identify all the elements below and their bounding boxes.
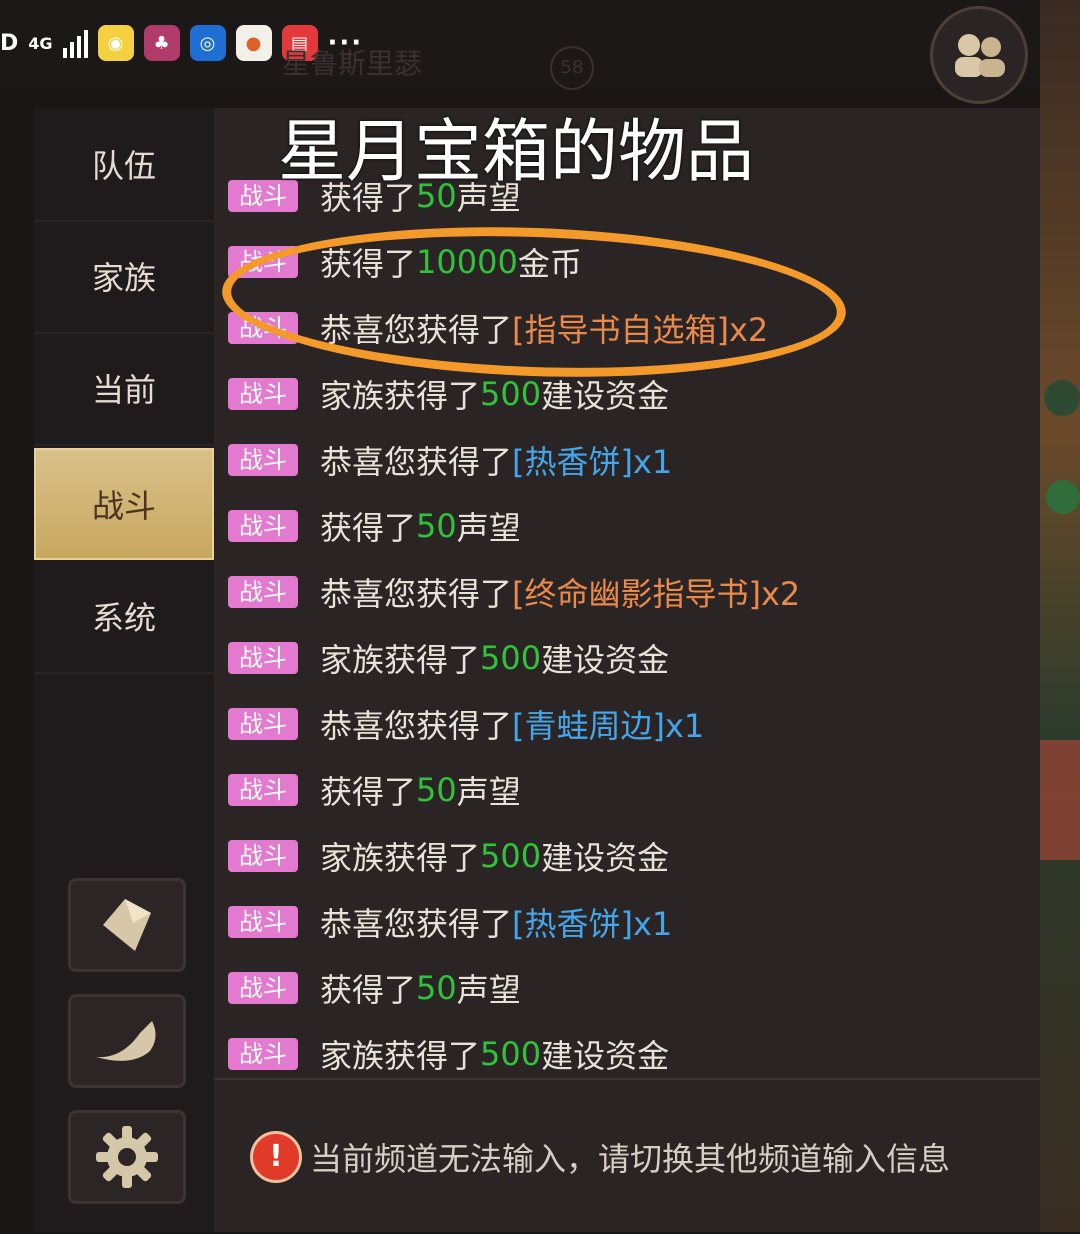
signal-icon xyxy=(62,28,88,58)
channel-tag: 战斗 xyxy=(228,642,298,674)
channel-tag: 战斗 xyxy=(228,840,298,872)
message-text: 获得了 xyxy=(320,971,417,1009)
channel-tag: 战斗 xyxy=(228,708,298,740)
bag-icon xyxy=(103,899,151,951)
channel-tag: 战斗 xyxy=(228,576,298,608)
chat-message: 战斗 获得了 50 声望 xyxy=(228,760,521,820)
warning-icon: ! xyxy=(250,1131,302,1183)
map-app-icon: ● xyxy=(235,25,272,61)
message-text: 建设资金 xyxy=(541,1037,670,1075)
tab-label: 当前 xyxy=(91,371,156,409)
weibo-icon: ◉ xyxy=(97,25,134,61)
tab-label: 战斗 xyxy=(91,487,156,525)
tab-label: 家族 xyxy=(91,259,156,297)
message-text: 建设资金 xyxy=(541,377,670,415)
bag-button[interactable] xyxy=(68,878,186,972)
item-link[interactable]: [青蛙周边]x1 xyxy=(512,701,704,747)
message-text: 声望 xyxy=(456,773,521,811)
game-background xyxy=(1040,0,1080,1232)
chat-input-area: ! 当前频道无法输入，请切换其他频道输入信息 xyxy=(214,1078,1040,1234)
game-app-icon: ♣ xyxy=(143,25,180,61)
channel-tag: 战斗 xyxy=(228,1038,298,1070)
message-text: 家族获得了 xyxy=(320,839,481,877)
chat-message: 战斗 获得了 50 声望 xyxy=(228,958,521,1018)
channel-tag: 战斗 xyxy=(228,444,298,476)
highlight-value: 50 xyxy=(416,507,457,545)
message-text: 建设资金 xyxy=(541,641,670,679)
message-text: 家族获得了 xyxy=(320,377,481,415)
status-bar: D 4G ◉ ♣ ◎ ● ▤ ··· xyxy=(0,0,1040,86)
channel-tag: 战斗 xyxy=(228,906,298,938)
message-text: 声望 xyxy=(456,971,521,1009)
message-text: 建设资金 xyxy=(541,839,670,877)
background-icon xyxy=(1046,480,1080,514)
horn-button[interactable] xyxy=(68,994,186,1088)
highlight-value: 50 xyxy=(416,771,457,809)
message-text: 获得了 xyxy=(320,509,417,547)
tab-label: 系统 xyxy=(91,599,156,637)
chat-message: 战斗 恭喜您获得了 [热香饼]x1 xyxy=(228,892,672,952)
status-left-text: D xyxy=(0,30,19,56)
message-text: 恭喜您获得了 xyxy=(320,443,513,481)
input-disabled-notice: 当前频道无法输入，请切换其他频道输入信息 xyxy=(310,1140,951,1178)
bulb-app-icon: ◎ xyxy=(189,25,226,61)
player-level: 58 xyxy=(550,46,594,90)
annotation-title: 星月宝箱的物品 xyxy=(278,113,755,192)
tab-label: 队伍 xyxy=(91,147,156,185)
horn-icon xyxy=(96,1021,156,1061)
chat-message: 战斗 家族获得了 500 建设资金 xyxy=(228,826,669,886)
chat-message: 战斗 获得了 50 声望 xyxy=(228,496,521,556)
player-name: 星鲁斯里瑟 xyxy=(282,47,423,80)
chat-message: 战斗 家族获得了 500 建设资金 xyxy=(228,1024,669,1084)
tab-current[interactable]: 当前 xyxy=(34,332,214,446)
tab-system[interactable]: 系统 xyxy=(34,560,214,674)
highlight-value: 500 xyxy=(480,639,542,677)
background-character xyxy=(1040,740,1080,860)
message-text: 家族获得了 xyxy=(320,1037,481,1075)
chat-message: 战斗 恭喜您获得了 [终命幽影指导书]x2 xyxy=(228,562,800,622)
settings-button[interactable] xyxy=(68,1110,186,1204)
chat-message: 战斗 家族获得了 500 建设资金 xyxy=(228,628,669,688)
channel-tag: 战斗 xyxy=(228,510,298,542)
tab-team[interactable]: 队伍 xyxy=(34,108,214,222)
channel-tag: 战斗 xyxy=(228,774,298,806)
highlight-value: 500 xyxy=(480,837,542,875)
channel-sidebar: 队伍 家族 当前 战斗 系统 xyxy=(34,108,214,1232)
friends-button[interactable] xyxy=(930,6,1028,104)
item-link[interactable]: [热香饼]x1 xyxy=(512,899,672,945)
channel-tag: 战斗 xyxy=(228,972,298,1004)
chat-message: 战斗 恭喜您获得了 [青蛙周边]x1 xyxy=(228,694,704,754)
message-text: 恭喜您获得了 xyxy=(320,575,513,613)
item-link[interactable]: [终命幽影指导书]x2 xyxy=(512,569,800,615)
highlight-value: 50 xyxy=(416,969,457,1007)
item-link[interactable]: [热香饼]x1 xyxy=(512,437,672,483)
channel-tag: 战斗 xyxy=(228,378,298,410)
chat-message: 战斗 恭喜您获得了 [热香饼]x1 xyxy=(228,430,672,490)
highlight-value: 500 xyxy=(480,1035,542,1073)
tab-family[interactable]: 家族 xyxy=(34,220,214,334)
message-text: 声望 xyxy=(456,509,521,547)
highlight-value: 500 xyxy=(480,375,542,413)
message-text: 恭喜您获得了 xyxy=(320,905,513,943)
background-icon xyxy=(1044,380,1080,416)
gear-icon xyxy=(96,1126,158,1188)
network-label: 4G xyxy=(28,33,53,53)
tab-battle[interactable]: 战斗 xyxy=(34,448,214,560)
message-text: 家族获得了 xyxy=(320,641,481,679)
friends-icon xyxy=(955,34,1005,77)
message-text: 恭喜您获得了 xyxy=(320,707,513,745)
message-text: 获得了 xyxy=(320,773,417,811)
